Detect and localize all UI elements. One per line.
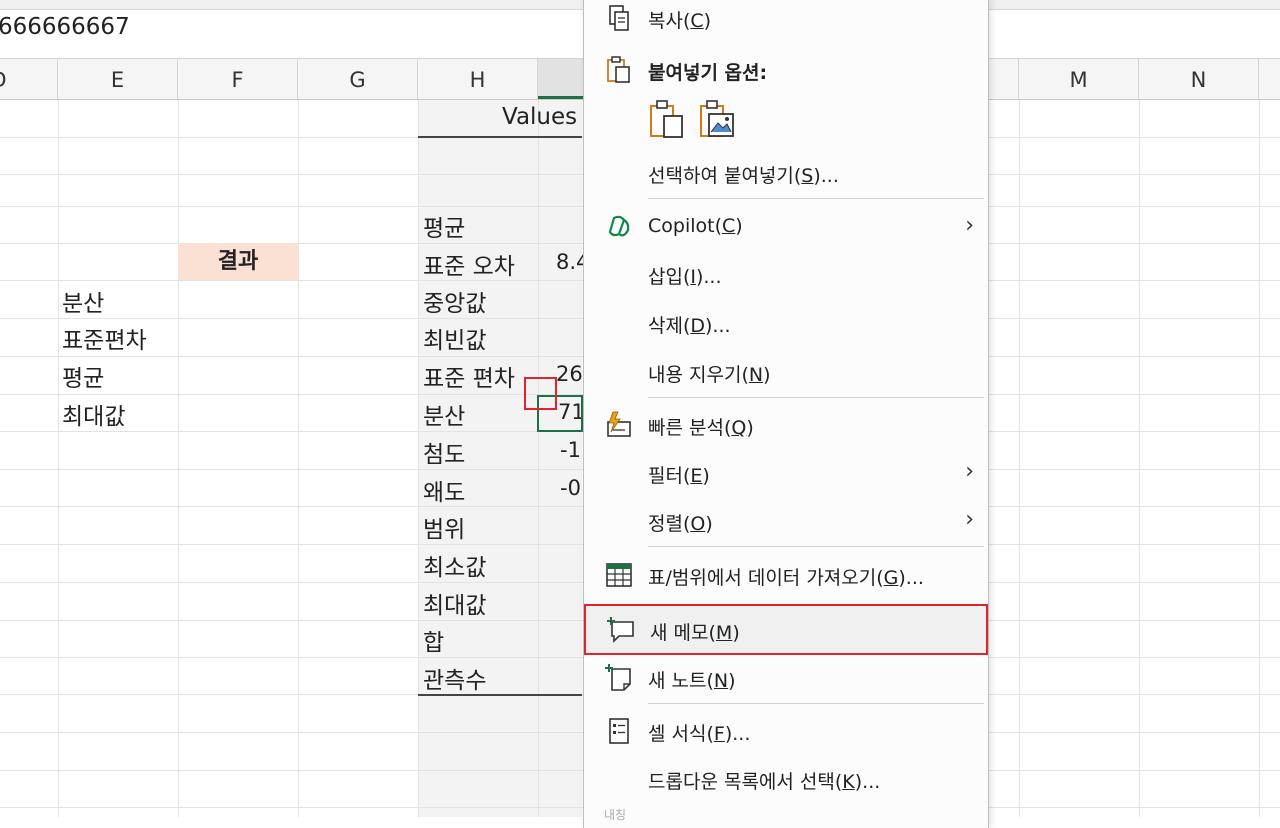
new-note-icon bbox=[605, 664, 631, 691]
pivot-row-value[interactable]: 26 bbox=[556, 362, 583, 386]
label-std-dev[interactable]: 표준편차 bbox=[62, 321, 147, 355]
menu-copy[interactable]: 복사(C) bbox=[584, 0, 988, 38]
pivot-row-label[interactable]: 왜도 bbox=[423, 473, 465, 507]
menu-clear-contents[interactable]: 내용 지우기(N) bbox=[584, 352, 988, 392]
label-variance[interactable]: 분산 bbox=[62, 284, 104, 318]
menu-new-note[interactable]: 새 노트(N) bbox=[584, 658, 988, 698]
column-header-l[interactable] bbox=[987, 59, 1019, 99]
copy-icon bbox=[609, 5, 629, 31]
formula-value[interactable]: 666666667 bbox=[0, 14, 130, 40]
pivot-row-label[interactable]: 관측수 bbox=[423, 661, 486, 695]
column-header-g[interactable]: G bbox=[298, 59, 418, 99]
column-header-h[interactable]: H bbox=[418, 59, 538, 99]
paste-option-picture-icon[interactable] bbox=[698, 98, 738, 140]
menu-quick-analysis[interactable]: 빠른 분석(Q) bbox=[584, 405, 988, 445]
pivot-row-label[interactable]: 표준 편차 bbox=[423, 359, 515, 393]
chevron-right-icon: › bbox=[965, 459, 974, 484]
column-header-e[interactable]: E bbox=[58, 59, 178, 99]
menu-sort[interactable]: 정렬(O) › bbox=[584, 501, 988, 541]
menu-copilot[interactable]: Copilot(C) › bbox=[584, 207, 988, 247]
menu-format-cells[interactable]: 셀 서식(F)... bbox=[584, 711, 988, 751]
quick-analysis-icon bbox=[607, 411, 631, 437]
pivot-row-label[interactable]: 범위 bbox=[423, 510, 465, 544]
pivot-row-value[interactable]: -0 bbox=[560, 476, 581, 500]
chevron-right-icon: › bbox=[965, 213, 974, 238]
pivot-row-label[interactable]: 최대값 bbox=[423, 586, 486, 620]
copilot-icon bbox=[608, 215, 630, 237]
menu-paste-options: 붙여넣기 옵션: bbox=[584, 50, 988, 90]
format-cells-icon bbox=[609, 718, 629, 744]
menu-pick-from-list[interactable]: 드롭다운 목록에서 선택(K)... bbox=[584, 759, 988, 799]
menu-filter[interactable]: 필터(E) › bbox=[584, 453, 988, 493]
context-menu: 복사(C) 붙여넣기 옵션: 선택하여 붙여넣기(S)... Copilot(C… bbox=[583, 0, 989, 828]
label-max[interactable]: 최대값 bbox=[62, 397, 125, 431]
menu-more-cutoff: 내칭 bbox=[604, 808, 627, 822]
table-icon bbox=[606, 563, 632, 587]
pivot-row-label[interactable]: 최소값 bbox=[423, 548, 486, 582]
pivot-row-label[interactable]: 첨도 bbox=[423, 435, 465, 469]
menu-insert[interactable]: 삽입(I)... bbox=[584, 254, 988, 294]
column-header-d[interactable]: D bbox=[0, 59, 58, 99]
column-header-f[interactable]: F bbox=[178, 59, 298, 99]
pivot-row-label[interactable]: 합 bbox=[423, 623, 444, 657]
column-header-m[interactable]: M bbox=[1019, 59, 1139, 99]
result-header-cell[interactable]: 결과 bbox=[178, 243, 298, 280]
paste-icon bbox=[607, 56, 630, 83]
pivot-row-label[interactable]: 평균 bbox=[423, 209, 465, 243]
label-mean[interactable]: 평균 bbox=[62, 359, 104, 393]
highlight-marker bbox=[524, 377, 557, 410]
column-header-i[interactable] bbox=[538, 59, 588, 99]
pivot-top-border bbox=[418, 136, 582, 138]
new-comment-icon bbox=[607, 617, 634, 643]
column-header-n[interactable]: N bbox=[1139, 59, 1259, 99]
pivot-row-label[interactable]: 분산 bbox=[423, 397, 465, 431]
menu-paste-special[interactable]: 선택하여 붙여넣기(S)... bbox=[584, 153, 988, 193]
pivot-row-value[interactable]: -1 bbox=[560, 438, 581, 462]
menu-new-comment[interactable]: 새 메모(M) bbox=[584, 604, 988, 655]
pivot-values-header[interactable]: Values bbox=[502, 104, 577, 130]
paste-option-clipboard-icon[interactable] bbox=[648, 98, 688, 140]
menu-delete[interactable]: 삭제(D)... bbox=[584, 303, 988, 343]
pivot-row-label[interactable]: 최빈값 bbox=[423, 321, 486, 355]
menu-get-data-from-table[interactable]: 표/범위에서 데이터 가져오기(G)... bbox=[584, 555, 988, 595]
pivot-row-label[interactable]: 중앙값 bbox=[423, 284, 486, 318]
chevron-right-icon: › bbox=[965, 507, 974, 532]
pivot-row-label[interactable]: 표준 오차 bbox=[423, 247, 515, 281]
